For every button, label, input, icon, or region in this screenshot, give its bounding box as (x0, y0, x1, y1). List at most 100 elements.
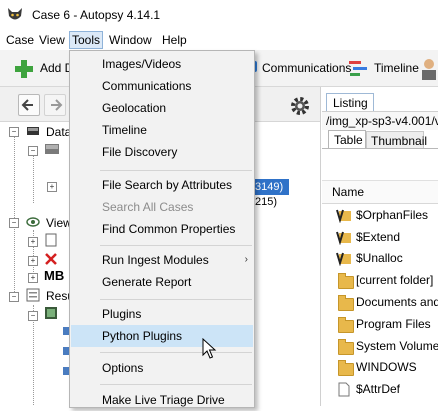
tab-listing[interactable]: Listing (326, 93, 374, 112)
table-row[interactable]: Program Files (322, 314, 438, 334)
tree-expander-volume[interactable]: + (47, 182, 57, 192)
tree-views[interactable]: View (46, 216, 72, 230)
menu-item-python-plugins[interactable]: Python Plugins (71, 325, 253, 347)
folder-icon (338, 295, 354, 311)
communications-button[interactable]: Communications (262, 61, 351, 75)
menu-item-search-all-cases: Search All Cases (70, 196, 254, 218)
table-row[interactable]: [current folder] (322, 270, 438, 290)
file-name: Documents and S (356, 295, 438, 309)
disk-image-icon (45, 144, 59, 154)
menu-item-label: File Search by Attributes (102, 178, 233, 192)
table-row[interactable]: Documents and S (322, 292, 438, 312)
timeline-button[interactable]: Timeline (374, 61, 419, 75)
tree-expander-file-size[interactable]: + (28, 273, 38, 283)
table-row[interactable]: System Volume In (322, 336, 438, 356)
timeline-icon[interactable] (348, 59, 368, 79)
menu-item-label: Timeline (102, 123, 147, 137)
table-row[interactable]: $Unalloc (322, 248, 438, 268)
menu-item-label: Geolocation (102, 101, 167, 115)
folder-icon (338, 339, 354, 355)
tree-guide-line (33, 153, 34, 203)
menu-item-geolocation[interactable]: Geolocation (70, 97, 254, 119)
column-header-label: Name (332, 185, 365, 199)
menu-separator (100, 170, 252, 171)
tree-expander-data[interactable]: − (9, 127, 19, 137)
menu-item-label: Make Live Triage Drive (102, 393, 225, 407)
menu-item-make-live-triage-drive[interactable]: Make Live Triage Drive (70, 389, 254, 411)
tree-file-size[interactable]: MB (44, 268, 64, 283)
menu-item-generate-report[interactable]: Generate Report (70, 271, 254, 293)
file-name: $AttrDef (356, 382, 401, 396)
menu-item-timeline[interactable]: Timeline (70, 119, 254, 141)
file-name: $Unalloc (356, 251, 403, 265)
file-types-icon (45, 233, 57, 247)
file-name: Program Files (356, 317, 431, 331)
table-row[interactable]: $Extend (322, 227, 438, 247)
menu-help[interactable]: Help (160, 32, 189, 48)
virtual-folder-icon (336, 209, 351, 223)
menu-item-file-search-by-attributes[interactable]: File Search by Attributes (70, 174, 254, 196)
menu-item-label: Search All Cases (102, 200, 194, 214)
extracted-content-icon (45, 307, 57, 319)
tools-dropdown-menu: Images/Videos Communications Geolocation… (69, 50, 255, 408)
column-header-name[interactable]: Name (322, 180, 438, 204)
back-button[interactable] (18, 94, 40, 116)
table-row[interactable]: WINDOWS (322, 357, 438, 377)
table-row[interactable]: $AttrDef (322, 379, 438, 399)
window-title: Case 6 - Autopsy 4.14.1 (32, 8, 161, 22)
menu-separator (100, 299, 252, 300)
gear-icon[interactable] (290, 96, 310, 116)
listing-path-text: /img_xp-sp3-v4.001/vo (326, 114, 438, 128)
file-name: [current folder] (356, 273, 434, 287)
tree-expander-image[interactable]: − (28, 146, 38, 156)
menu-separator (100, 245, 252, 246)
data-sources-icon (27, 127, 39, 135)
forward-button[interactable] (44, 94, 66, 116)
menu-item-label: Images/Videos (102, 57, 182, 71)
menu-item-find-common-properties[interactable]: Find Common Properties (70, 218, 254, 240)
tree-expander-extracted[interactable]: − (28, 311, 38, 321)
menu-item-label: Options (102, 361, 144, 375)
tree-data-sources[interactable]: Data (46, 125, 71, 139)
menu-item-plugins[interactable]: Plugins (70, 303, 254, 325)
tab-listing-label: Listing (333, 96, 368, 110)
tree-expander-results[interactable]: − (9, 292, 19, 302)
folder-icon (338, 317, 354, 333)
virtual-folder-icon (336, 252, 351, 266)
menu-item-label: Python Plugins (102, 329, 183, 343)
listing-path: /img_xp-sp3-v4.001/vo (322, 111, 438, 130)
tab-thumbnail[interactable]: Thumbnail (366, 131, 427, 149)
autopsy-logo-icon (8, 8, 22, 20)
menu-item-images-videos[interactable]: Images/Videos (70, 53, 254, 75)
mouse-cursor-icon (202, 338, 217, 359)
menu-item-label: Find Common Properties (102, 222, 236, 236)
menu-window[interactable]: Window (107, 32, 154, 48)
menu-item-run-ingest-modules[interactable]: Run Ingest Modules › (70, 249, 254, 271)
selected-node-count[interactable]: 3149) (253, 179, 289, 195)
menu-item-label: File Discovery (102, 145, 178, 159)
file-name: $OrphanFiles (356, 208, 429, 222)
menu-case[interactable]: Case (4, 32, 36, 48)
tree-expander-views[interactable]: − (9, 218, 19, 228)
menu-item-options[interactable]: Options (70, 357, 254, 379)
results-icon (26, 288, 40, 302)
tree-expander-deleted[interactable]: + (28, 256, 38, 266)
menu-item-label: Plugins (102, 307, 142, 321)
tree-expander-file-types[interactable]: + (28, 237, 38, 247)
person-icon[interactable] (420, 58, 438, 80)
file-name: WINDOWS (356, 360, 417, 374)
file-icon (338, 382, 350, 397)
add-data-source-button[interactable] (14, 59, 34, 79)
deleted-files-icon (45, 253, 57, 265)
menu-item-file-discovery[interactable]: File Discovery (70, 141, 254, 163)
menu-tools[interactable]: Tools (69, 31, 104, 49)
menu-item-communications[interactable]: Communications (70, 75, 254, 97)
menu-bar: Case View Tools Window Help (0, 30, 438, 50)
virtual-folder-icon (336, 231, 351, 245)
menu-item-label: Communications (102, 79, 192, 93)
tab-table[interactable]: Table (328, 130, 366, 149)
table-row[interactable]: $OrphanFiles (322, 205, 438, 225)
folder-icon (338, 273, 354, 289)
menu-view[interactable]: View (37, 32, 67, 48)
eye-icon (26, 217, 40, 227)
